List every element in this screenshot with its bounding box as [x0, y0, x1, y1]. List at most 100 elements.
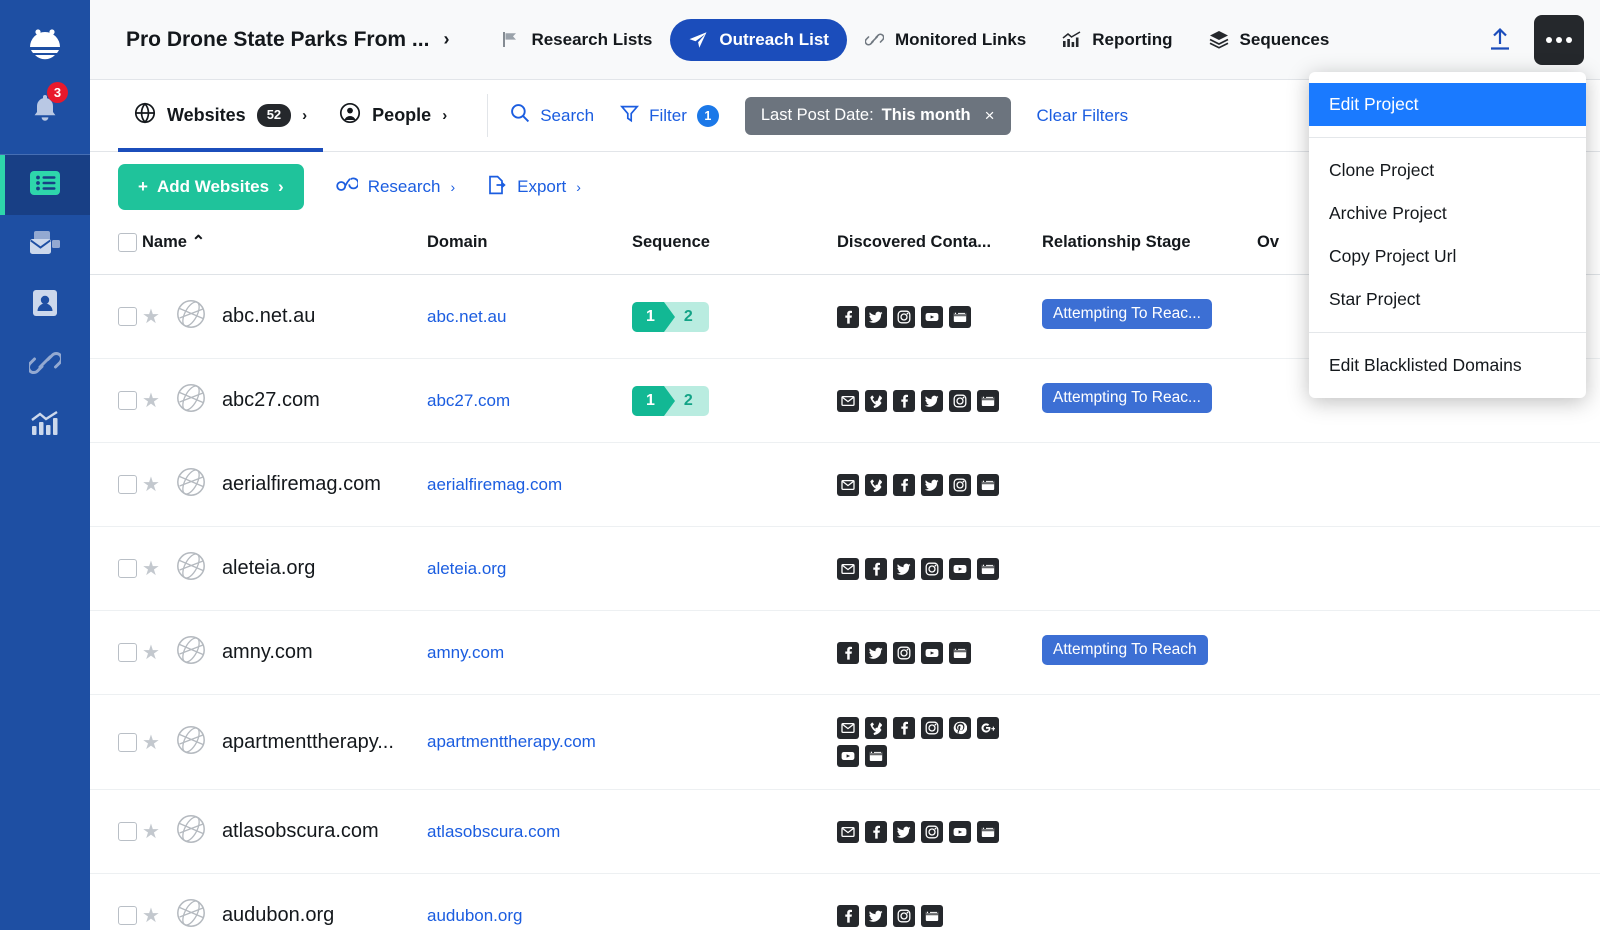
facebook-icon[interactable]: [865, 558, 887, 580]
instagram-icon[interactable]: [921, 717, 943, 739]
close-icon[interactable]: ×: [985, 106, 995, 126]
nav-sequences[interactable]: Sequences: [1191, 19, 1348, 61]
table-row[interactable]: ★ apartmenttherapy... apartmenttherapy.com: [90, 695, 1600, 790]
website-name[interactable]: abc27.com: [222, 389, 320, 412]
googleplus-icon[interactable]: [977, 717, 999, 739]
domain-link[interactable]: atlasobscura.com: [427, 822, 560, 841]
star-icon[interactable]: ★: [142, 819, 160, 844]
star-icon[interactable]: ★: [142, 730, 160, 755]
row-select-cell[interactable]: [90, 790, 142, 874]
row-select-cell[interactable]: [90, 527, 142, 611]
add-websites-button[interactable]: + Add Websites ›: [118, 164, 304, 210]
instagram-icon[interactable]: [893, 306, 915, 328]
facebook-icon[interactable]: [837, 642, 859, 664]
website-name[interactable]: atlasobscura.com: [222, 820, 379, 843]
website-name[interactable]: abc.net.au: [222, 305, 315, 328]
domain-link[interactable]: aerialfiremag.com: [427, 475, 562, 494]
youtube-icon[interactable]: [837, 745, 859, 767]
domain-link[interactable]: amny.com: [427, 643, 504, 662]
row-checkbox[interactable]: [118, 307, 137, 326]
domain-link[interactable]: abc.net.au: [427, 307, 506, 326]
menu-item-edit-blacklisted-domains[interactable]: Edit Blacklisted Domains: [1309, 344, 1586, 387]
facebook-icon[interactable]: [837, 306, 859, 328]
nav-monitored-links[interactable]: Monitored Links: [847, 19, 1044, 61]
table-row[interactable]: ★aleteia.orgaleteia.org: [90, 527, 1600, 611]
twitter-icon[interactable]: [893, 558, 915, 580]
row-checkbox[interactable]: [118, 475, 137, 494]
star-icon[interactable]: ★: [142, 472, 160, 497]
email-icon[interactable]: [837, 558, 859, 580]
instagram-icon[interactable]: [921, 558, 943, 580]
sidebar-item-links[interactable]: [0, 335, 90, 395]
star-icon[interactable]: ★: [142, 304, 160, 329]
website-icon[interactable]: [977, 558, 999, 580]
filter-button[interactable]: Filter 1: [620, 104, 719, 128]
nav-outreach-list[interactable]: Outreach List: [670, 19, 847, 61]
research-button[interactable]: Research ›: [336, 177, 455, 198]
row-checkbox[interactable]: [118, 906, 137, 925]
table-row[interactable]: ★amny.comamny.comAttempting To Reach: [90, 611, 1600, 695]
row-select-cell[interactable]: [90, 443, 142, 527]
website-name[interactable]: apartmenttherapy...: [222, 731, 394, 754]
relationship-stage-badge[interactable]: Attempting To Reac...: [1042, 299, 1212, 329]
sidebar-item-outreach-lists[interactable]: [0, 155, 90, 215]
sidebar-item-inbox[interactable]: [0, 215, 90, 275]
twitter-icon[interactable]: [865, 642, 887, 664]
table-row[interactable]: ★ aerialfiremag.com aerialfiremag.com: [90, 443, 1600, 527]
youtube-icon[interactable]: [949, 558, 971, 580]
table-row[interactable]: ★audubon.orgaudubon.org: [90, 874, 1600, 930]
email-icon[interactable]: [837, 390, 859, 412]
column-header-domain[interactable]: Domain: [427, 222, 632, 275]
upload-icon[interactable]: [1476, 21, 1524, 59]
relationship-stage-badge[interactable]: Attempting To Reac...: [1042, 383, 1212, 413]
row-checkbox[interactable]: [118, 733, 137, 752]
instagram-icon[interactable]: [893, 905, 915, 927]
facebook-icon[interactable]: [893, 717, 915, 739]
twitter-icon[interactable]: [865, 306, 887, 328]
email-icon[interactable]: [837, 717, 859, 739]
email-icon[interactable]: [837, 474, 859, 496]
sequence-badge[interactable]: 12: [632, 302, 709, 332]
row-checkbox[interactable]: [118, 643, 137, 662]
menu-item-archive-project[interactable]: Archive Project: [1309, 192, 1586, 235]
youtube-icon[interactable]: [921, 306, 943, 328]
row-select-cell[interactable]: [90, 359, 142, 443]
instagram-icon[interactable]: [949, 474, 971, 496]
column-header-relationship-stage[interactable]: Relationship Stage: [1042, 222, 1257, 275]
clear-filters-button[interactable]: Clear Filters: [1037, 106, 1129, 126]
menu-item-edit-project[interactable]: Edit Project: [1309, 83, 1586, 126]
project-options-menu[interactable]: Edit ProjectClone ProjectArchive Project…: [1309, 72, 1586, 398]
nav-research-lists[interactable]: Research Lists: [483, 19, 670, 61]
star-icon[interactable]: ★: [142, 556, 160, 581]
twitter-icon[interactable]: [893, 821, 915, 843]
row-checkbox[interactable]: [118, 822, 137, 841]
notifications-bell[interactable]: 3: [18, 84, 72, 132]
instagram-icon[interactable]: [893, 642, 915, 664]
domain-link[interactable]: apartmenttherapy.com: [427, 732, 596, 751]
youtube-icon[interactable]: [921, 642, 943, 664]
website-icon[interactable]: [977, 821, 999, 843]
sidebar-item-contacts[interactable]: [0, 275, 90, 335]
website-icon[interactable]: [977, 474, 999, 496]
column-header-discovered-contacts[interactable]: Discovered Conta...: [837, 222, 1042, 275]
website-icon[interactable]: [977, 390, 999, 412]
phone-icon[interactable]: [865, 474, 887, 496]
website-name[interactable]: aerialfiremag.com: [222, 473, 381, 496]
sidebar-item-reporting[interactable]: [0, 395, 90, 455]
chevron-right-icon[interactable]: ›: [442, 107, 447, 124]
filter-chip-last-post-date[interactable]: Last Post Date: This month ×: [745, 97, 1011, 135]
instagram-icon[interactable]: [949, 390, 971, 412]
website-name[interactable]: amny.com: [222, 641, 313, 664]
star-icon[interactable]: ★: [142, 388, 160, 413]
twitter-icon[interactable]: [921, 474, 943, 496]
column-header-sequence[interactable]: Sequence: [632, 222, 837, 275]
youtube-icon[interactable]: [949, 821, 971, 843]
phone-icon[interactable]: [865, 390, 887, 412]
facebook-icon[interactable]: [893, 474, 915, 496]
website-name[interactable]: aleteia.org: [222, 557, 315, 580]
select-all-header[interactable]: [90, 222, 142, 275]
more-options-button[interactable]: [1534, 15, 1584, 65]
row-select-cell[interactable]: [90, 611, 142, 695]
menu-item-copy-project-url[interactable]: Copy Project Url: [1309, 235, 1586, 278]
domain-link[interactable]: audubon.org: [427, 906, 522, 925]
